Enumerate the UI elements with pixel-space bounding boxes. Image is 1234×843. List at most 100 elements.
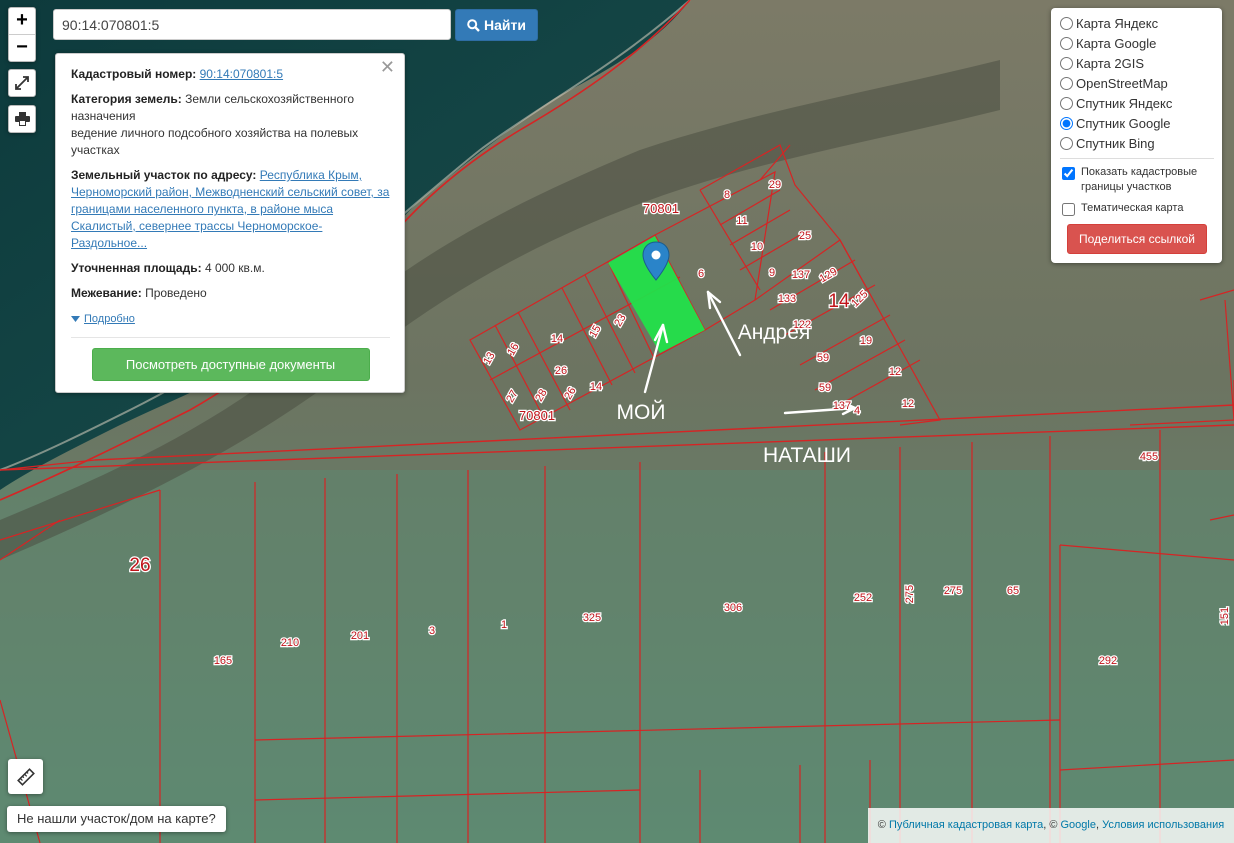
cadastral-map-link[interactable]: Публичная кадастровая карта — [889, 819, 1043, 831]
parcel-number-label: 9 — [769, 267, 775, 279]
base-layer-radio[interactable] — [1060, 116, 1073, 130]
base-layer-label: Спутник Яндекс — [1076, 95, 1173, 111]
parcel-number-label: 8 — [724, 189, 730, 201]
survey-value: Проведено — [145, 286, 207, 300]
base-layer-option[interactable]: Карта Яндекс — [1060, 13, 1214, 33]
thematic-map-checkbox[interactable] — [1062, 203, 1075, 216]
base-layer-option[interactable]: OpenStreetMap — [1060, 73, 1214, 93]
base-layer-label: Спутник Bing — [1076, 135, 1155, 151]
layer-switcher: Карта Яндекс Карта Google Карта 2GIS OpenSt… — [1051, 8, 1222, 263]
parcel-number-label: 306 — [724, 602, 742, 614]
parcel-number-label: 6 — [698, 268, 704, 280]
annotation-label: МОЙ — [617, 400, 666, 424]
land-category-label: Категория земель: — [71, 92, 182, 106]
parcel-number-label: 325 — [583, 612, 601, 624]
find-button[interactable]: Найти — [455, 9, 538, 41]
zoom-out-button[interactable]: − — [9, 34, 35, 61]
parcel-number-label: 201 — [351, 630, 369, 642]
parcel-number-label: 11 — [736, 215, 747, 227]
annotation-label: НАТАШИ — [763, 444, 851, 467]
base-layer-label: Карта 2GIS — [1076, 55, 1145, 71]
parcel-number-label: 210 — [281, 637, 299, 649]
parcel-number-label: 12 — [889, 366, 901, 378]
parcel-number-label: 14 — [551, 333, 563, 345]
view-documents-button[interactable]: Посмотреть доступные документы — [91, 347, 370, 381]
base-layer-option[interactable]: Карта 2GIS — [1060, 53, 1214, 73]
google-link[interactable]: Google — [1061, 819, 1096, 831]
parcel-number-label: 26 — [555, 365, 567, 377]
map-attribution: © Публичная кадастровая карта, © Google,… — [868, 808, 1234, 843]
divider — [1060, 158, 1214, 159]
fullscreen-icon — [15, 76, 29, 90]
thematic-map-label: Тематическая карта — [1081, 202, 1184, 214]
parcel-number-label: 275 — [904, 585, 916, 603]
cadastral-boundaries-checkbox[interactable] — [1062, 167, 1075, 180]
base-layer-radio[interactable] — [1060, 76, 1073, 90]
parcel-number-label: 133 — [778, 293, 796, 305]
address-label: Земельный участок по адресу: — [71, 168, 257, 182]
cadastral-search-input[interactable] — [53, 9, 451, 40]
base-layer-label: Спутник Google — [1076, 115, 1171, 131]
parcel-number-label: 3 — [429, 625, 435, 637]
base-layer-option[interactable]: Карта Google — [1060, 33, 1214, 53]
not-found-button[interactable]: Не нашли участок/дом на карте? — [7, 806, 226, 832]
details-label: Подробно — [84, 312, 135, 325]
cadastral-quarter-label: 14 — [828, 291, 850, 312]
parcel-number-label: 455 — [1140, 451, 1158, 463]
parcel-number-label: 165 — [214, 655, 232, 667]
parcel-number-label: 137 — [833, 400, 851, 412]
fullscreen-button[interactable] — [8, 69, 36, 97]
parcel-number-label: 19 — [860, 335, 872, 347]
cadastral-quarter-label: 26 — [129, 555, 150, 576]
area-label: Уточненная площадь: — [71, 261, 202, 275]
search-icon — [467, 18, 480, 32]
divider — [71, 336, 390, 338]
base-layer-option[interactable]: Спутник Bing — [1060, 133, 1214, 153]
area-value: 4 000 кв.м. — [204, 261, 265, 275]
parcel-number-label: 10 — [751, 241, 763, 253]
base-layer-option[interactable]: Спутник Яндекс — [1060, 93, 1214, 113]
parcel-number-label: 14 — [590, 381, 602, 393]
base-layer-radio[interactable] — [1060, 136, 1073, 150]
parcel-number-label: 275 — [944, 585, 962, 597]
ruler-icon — [16, 767, 35, 786]
land-use-value: ведение личного подсобного хозяйства на … — [71, 126, 359, 157]
base-layer-radio[interactable] — [1060, 36, 1073, 50]
parcel-number-label: 151 — [1219, 607, 1231, 625]
zoom-control: + − — [8, 7, 36, 62]
base-layer-radio[interactable] — [1060, 56, 1073, 70]
base-layer-radio[interactable] — [1060, 16, 1073, 30]
print-button[interactable] — [8, 105, 36, 133]
parcel-number-label: 292 — [1099, 655, 1117, 667]
parcel-number-label: 12 — [902, 398, 914, 410]
parcel-number-label: 29 — [769, 179, 781, 191]
cadastral-number-link[interactable]: 90:14:070801:5 — [200, 67, 283, 81]
parcel-number-label: 1 — [501, 619, 507, 631]
measure-button[interactable] — [8, 759, 43, 794]
terms-link[interactable]: Условия использования — [1102, 819, 1224, 831]
thematic-map-option[interactable]: Тематическая карта — [1060, 201, 1214, 216]
print-icon — [14, 112, 30, 126]
parcel-number-label: 25 — [799, 230, 811, 242]
annotation-label: Андрея — [738, 321, 811, 344]
base-layer-radio[interactable] — [1060, 96, 1073, 110]
details-toggle[interactable]: Подробно — [71, 311, 135, 328]
parcel-number-label: 252 — [854, 592, 872, 604]
zoom-in-button[interactable]: + — [9, 8, 35, 34]
parcel-number-label: 4 — [854, 405, 860, 417]
base-layer-option[interactable]: Спутник Google — [1060, 113, 1214, 133]
close-icon[interactable]: ✕ — [380, 58, 395, 76]
parcel-info-popup: ✕ Кадастровый номер: 90:14:070801:5 Кате… — [55, 53, 405, 393]
parcel-number-label: 65 — [1007, 585, 1019, 597]
copyright-symbol: © — [877, 819, 886, 831]
cadastral-block-label: 70801 — [643, 201, 679, 216]
parcel-number-label: 59 — [819, 382, 831, 394]
survey-label: Межевание: — [71, 286, 142, 300]
base-layer-label: OpenStreetMap — [1076, 75, 1168, 91]
base-layer-label: Карта Яндекс — [1076, 15, 1159, 31]
cadastral-number-label: Кадастровый номер: — [71, 67, 197, 81]
cadastral-boundaries-option[interactable]: Показать кадастровые границы участков — [1060, 165, 1214, 195]
share-link-button[interactable]: Поделиться ссылкой — [1067, 224, 1207, 254]
base-layer-label: Карта Google — [1076, 35, 1157, 51]
copyright-separator: , © — [1043, 819, 1058, 831]
